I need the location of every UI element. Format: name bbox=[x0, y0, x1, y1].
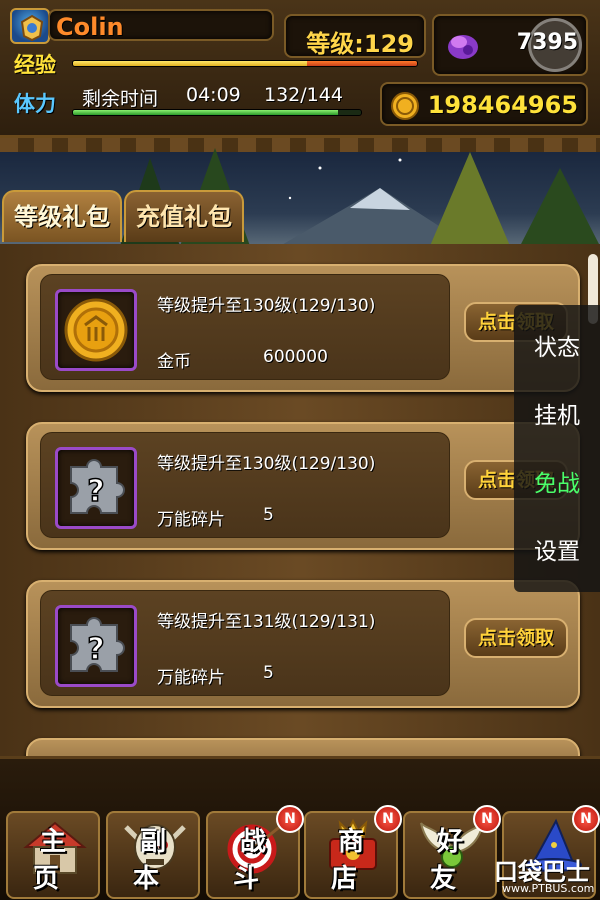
reward-name: 金币 bbox=[157, 352, 191, 372]
reward-card-body: ? 等级提升至130级(129/130) 万能碎片 5 bbox=[40, 432, 450, 538]
reward-name: 万能碎片 bbox=[157, 668, 225, 688]
side-menu-idle[interactable]: 挂机 bbox=[514, 383, 600, 450]
nav-dungeon-label: 副本 bbox=[132, 827, 180, 894]
level-box: 等级:129 bbox=[284, 14, 426, 58]
reward-name: 万能碎片 bbox=[157, 510, 225, 530]
side-menu-settings[interactable]: 设置 bbox=[514, 519, 600, 586]
reward-condition: 等级提升至131级(129/131) bbox=[157, 612, 376, 632]
nav-friends[interactable]: N 好友 bbox=[403, 805, 501, 899]
knight-emblem-icon bbox=[20, 14, 44, 42]
player-level: 等级:129 bbox=[306, 30, 414, 58]
tab-recharge-gift[interactable]: 充值礼包 bbox=[124, 190, 244, 242]
nav-shop[interactable]: N 商店 bbox=[304, 805, 402, 899]
gem-icon bbox=[448, 35, 478, 59]
nav-dungeon[interactable]: 副本 bbox=[106, 811, 200, 899]
stamina-bar bbox=[72, 109, 362, 116]
player-name: Colin bbox=[56, 13, 124, 41]
nav-battle-label: 战斗 bbox=[232, 827, 280, 894]
nav-home-label: 主页 bbox=[32, 827, 80, 894]
reward-card: ? 等级提升至130级(129/130) 万能碎片 5 点击领取 bbox=[26, 422, 580, 550]
gold-coin-icon bbox=[391, 92, 419, 120]
gold-coin-icon bbox=[64, 298, 128, 362]
stamina-timer: 04:09 bbox=[186, 84, 241, 106]
puzzle-piece-icon: ? bbox=[70, 617, 125, 672]
nav-home[interactable]: 主页 bbox=[6, 811, 100, 899]
site-watermark: 口袋巴士 www.PTBUS.com bbox=[494, 852, 598, 898]
stamina-bar-fill bbox=[73, 110, 338, 115]
nav-battle[interactable]: N 战斗 bbox=[206, 805, 304, 899]
tab-level-gift[interactable]: 等级礼包 bbox=[2, 190, 122, 242]
gem-amount: 7395 bbox=[516, 30, 578, 55]
stamina-value: 132/144 bbox=[264, 84, 343, 106]
reward-item-slot[interactable]: ? bbox=[55, 605, 137, 687]
status-header: Colin 等级:129 经验 体力 剩余时间 04:09 132/144 73… bbox=[0, 0, 600, 138]
gold-amount: 198464965 bbox=[427, 91, 578, 119]
side-menu-status[interactable]: 状态 bbox=[514, 315, 600, 382]
nav-friends-label: 好友 bbox=[429, 827, 477, 894]
stamina-label: 体力 bbox=[14, 92, 56, 116]
exp-bar-remaining bbox=[306, 61, 417, 66]
nav-shop-label: 商店 bbox=[330, 827, 378, 894]
reward-card-body: 等级提升至130级(129/130) 金币 600000 bbox=[40, 274, 450, 380]
player-name-bar: Colin bbox=[48, 9, 274, 41]
reward-card: ? 等级提升至131级(129/131) 万能碎片 5 点击领取 bbox=[26, 580, 580, 708]
gem-counter[interactable]: 7395 bbox=[432, 14, 588, 76]
reward-card: 等级提升至130级(129/130) 金币 600000 点击领取 bbox=[26, 264, 580, 392]
reward-item-slot[interactable]: ? bbox=[55, 447, 137, 529]
claim-button[interactable]: 点击领取 bbox=[464, 618, 568, 658]
stamina-time-label: 剩余时间 bbox=[82, 88, 159, 110]
exp-label: 经验 bbox=[14, 53, 56, 77]
reward-condition: 等级提升至130级(129/130) bbox=[157, 454, 376, 474]
side-menu: 状态 挂机 免战 设置 bbox=[514, 305, 600, 592]
svg-text:?: ? bbox=[87, 632, 104, 667]
gold-counter: 198464965 bbox=[380, 82, 588, 126]
reward-list[interactable]: 等级提升至130级(129/130) 金币 600000 点击领取 ? 等级提升… bbox=[0, 244, 600, 756]
puzzle-piece-icon: ? bbox=[70, 459, 125, 514]
svg-text:?: ? bbox=[87, 474, 104, 509]
nav-more-badge: N bbox=[572, 805, 600, 833]
reward-amount: 5 bbox=[263, 505, 274, 525]
watermark-url: www.PTBUS.com bbox=[502, 882, 595, 895]
reward-condition: 等级提升至130级(129/130) bbox=[157, 296, 376, 316]
side-menu-truce[interactable]: 免战 bbox=[514, 451, 600, 518]
player-avatar[interactable] bbox=[10, 8, 50, 44]
reward-amount: 600000 bbox=[263, 347, 328, 367]
reward-card-partial bbox=[26, 738, 580, 756]
reward-amount: 5 bbox=[263, 663, 274, 683]
exp-bar-fill bbox=[73, 61, 307, 66]
reward-item-slot[interactable] bbox=[55, 289, 137, 371]
reward-card-body: ? 等级提升至131级(129/131) 万能碎片 5 bbox=[40, 590, 450, 696]
exp-bar bbox=[72, 60, 418, 67]
